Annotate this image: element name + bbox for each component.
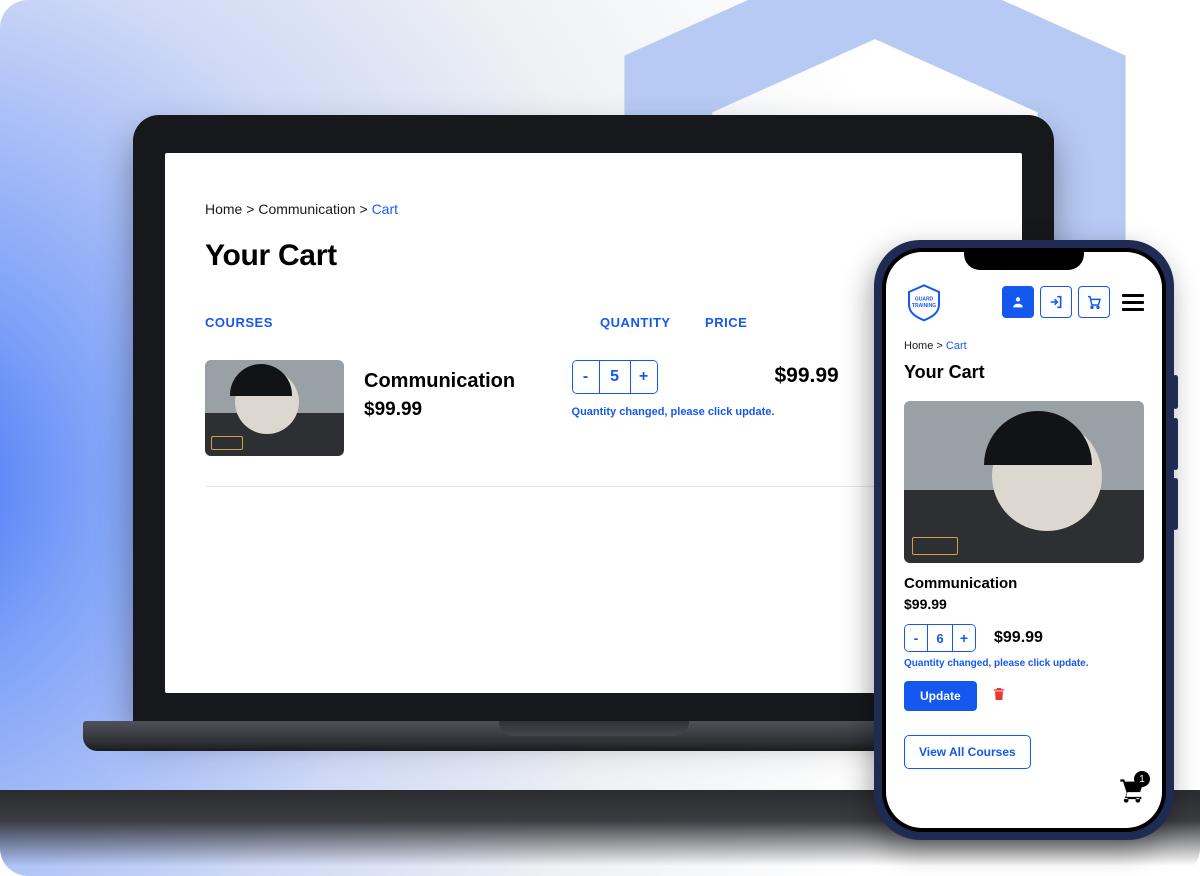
login-icon[interactable] [1040,286,1072,318]
course-unit-price: $99.99 [904,596,1144,612]
qty-value: 5 [599,361,631,393]
breadcrumb-cart[interactable]: Cart [946,340,967,352]
security-badge-icon [912,537,958,555]
page-title: Your Cart [205,239,982,273]
svg-text:GUARD: GUARD [915,296,934,302]
qty-changed-note: Quantity changed, please click update. [572,406,775,418]
update-button[interactable]: Update [904,681,977,711]
breadcrumb-sep: > [359,201,367,217]
brand-logo[interactable]: GUARD TRAINING [904,282,944,322]
qty-changed-note: Quantity changed, please click update. [904,658,1144,669]
phone-side-button [1173,375,1178,409]
breadcrumb-sep: > [246,201,254,217]
qty-decrement-button[interactable]: - [573,361,599,393]
menu-icon[interactable] [1122,294,1144,311]
mobile-header: GUARD TRAINING [904,282,1144,322]
cart-icon[interactable] [1078,286,1110,318]
breadcrumb-home[interactable]: Home [205,201,242,217]
page-title: Your Cart [904,362,1144,383]
phone-side-button [1173,418,1178,470]
scene-canvas: Home > Communication > Cart Your Cart CO… [0,0,1200,876]
breadcrumb: Home > Communication > Cart [205,201,982,217]
qty-decrement-button[interactable]: - [905,625,927,651]
course-name: Communication [904,575,1144,592]
header-quantity: QUANTITY [600,315,705,330]
cart-table-header: COURSES QUANTITY PRICE [205,315,982,330]
phone-notch [964,248,1084,270]
breadcrumb-sep: > [936,340,942,352]
account-icon[interactable] [1002,286,1034,318]
view-all-courses-button[interactable]: View All Courses [904,735,1031,769]
phone-side-button [1173,478,1178,530]
header-courses: COURSES [205,315,600,330]
qty-increment-button[interactable]: + [953,625,975,651]
svg-text:TRAINING: TRAINING [912,303,936,309]
floating-cart-button[interactable]: 1 [1118,777,1146,810]
course-unit-price: $99.99 [364,399,572,421]
mobile-cart-page: GUARD TRAINING [886,252,1162,828]
quantity-stepper[interactable]: - 5 + [572,360,658,394]
quantity-stepper[interactable]: - 6 + [904,624,976,652]
delete-icon[interactable] [991,686,1007,707]
qty-value: 6 [927,625,953,651]
breadcrumb: Home > Cart [904,340,1144,352]
course-thumbnail [205,360,344,456]
cart-count-badge: 1 [1134,771,1150,787]
course-name: Communication [364,370,572,393]
line-price: $99.99 [994,629,1043,647]
qty-increment-button[interactable]: + [631,361,657,393]
breadcrumb-cart[interactable]: Cart [372,201,398,217]
breadcrumb-home[interactable]: Home [904,340,933,352]
course-thumbnail [904,401,1144,563]
security-badge-icon [211,436,243,450]
cart-row: Communication $99.99 - 5 + Quantity chan… [205,330,982,487]
breadcrumb-communication[interactable]: Communication [258,201,355,217]
phone-mockup: GUARD TRAINING [874,240,1174,840]
